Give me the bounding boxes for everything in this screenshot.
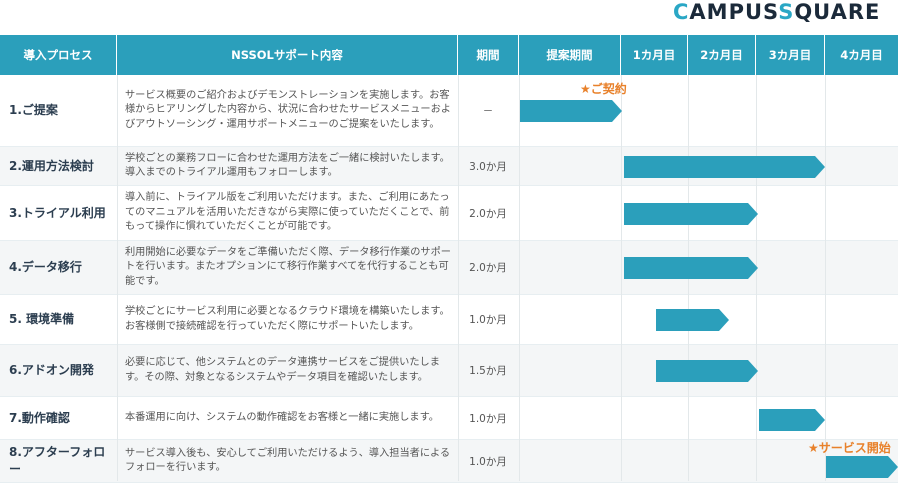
header-month-3: 3カ月目: [756, 35, 825, 75]
period-value: 1.5か月: [469, 365, 507, 377]
support-content: 学校ごとの業務フローに合わせた運用方法をご一緒に検討いたします。導入までのトライ…: [125, 152, 450, 179]
table-row: 6.アドオン開発 必要に応じて、他システムとのデータ連携サービスをご提供いたしま…: [0, 345, 898, 397]
gantt-bar-data-migration: [624, 257, 758, 279]
support-content: 必要に応じて、他システムとのデータ連携サービスをご提供いたします。その際、対象と…: [125, 357, 440, 383]
gantt-bar-operation-planning: [624, 156, 825, 178]
period-value: 1.0か月: [469, 455, 507, 468]
gantt-bar-operation-check: [759, 409, 825, 431]
column-divider: [825, 75, 826, 481]
support-content: サービス概要のご紹介およびデモンストレーションを実施します。お客様からヒアリング…: [125, 89, 451, 130]
gantt-bar-proposal: [520, 100, 622, 122]
process-name: 2.運用方法検討: [9, 158, 94, 173]
header-content: NSSOLサポート内容: [117, 35, 458, 75]
header-period: 期間: [458, 35, 519, 75]
table-row: 3.トライアル利用 導入前に、トライアル版をご利用いただけます。また、ご利用にあ…: [0, 186, 898, 241]
gantt-bar-after-follow: [826, 456, 898, 478]
column-divider: [458, 75, 459, 481]
process-name: 3.トライアル利用: [9, 205, 106, 220]
process-name: 8.アフターフォロー: [9, 445, 106, 476]
process-name: 6.アドオン開発: [9, 363, 94, 377]
period-value: 3.0か月: [469, 160, 507, 173]
header-month-1: 1カ月目: [621, 35, 688, 75]
period-value: 1.0か月: [469, 412, 507, 425]
column-divider: [519, 75, 520, 481]
table-row: 4.データ移行 利用開始に必要なデータをご準備いただく際、データ移行作業のサポー…: [0, 241, 898, 295]
milestone-contract: ★ご契約: [580, 82, 627, 96]
gantt-bar-trial-use: [624, 203, 758, 225]
support-content: 利用開始に必要なデータをご準備いただく際、データ移行作業のサポートを行います。ま…: [125, 246, 451, 287]
support-content: 学校ごとにサービス利用に必要となるクラウド環境を構築いたします。お客様側で接続確…: [125, 306, 450, 332]
process-name: 1.ご提案: [9, 103, 58, 117]
campussquare-logo: CAMPUSSQUARE: [673, 0, 881, 24]
milestone-service-start: ★サービス開始: [808, 441, 891, 455]
table-row: 5. 環境準備 学校ごとにサービス利用に必要となるクラウド環境を構築いたします。…: [0, 295, 898, 345]
process-name: 5. 環境準備: [9, 312, 75, 326]
support-content: 導入前に、トライアル版をご利用いただけます。また、ご利用にあたってのマニュアルを…: [125, 192, 450, 233]
header-proposal-period: 提案期間: [519, 35, 621, 75]
table-row: 1.ご提案 サービス概要のご紹介およびデモンストレーションを実施します。お客様か…: [0, 75, 898, 147]
support-content: サービス導入後も、安心してご利用いただけるよう、導入担当者によるフォローを行いま…: [125, 447, 451, 474]
gantt-bar-addon-development: [656, 360, 758, 382]
period-value: －: [482, 105, 494, 117]
gantt-bar-environment-setup: [656, 309, 729, 331]
header-month-2: 2カ月目: [688, 35, 756, 75]
column-divider: [621, 75, 622, 481]
header-process: 導入プロセス: [0, 35, 117, 75]
support-content: 本番運用に向け、システムの動作確認をお客様と一緒に実施します。: [125, 411, 439, 423]
column-divider: [117, 75, 118, 481]
period-value: 2.0か月: [469, 207, 507, 220]
header-month-4: 4カ月目: [825, 35, 898, 75]
process-name: 4.データ移行: [9, 260, 82, 274]
process-name: 7.動作確認: [9, 410, 70, 425]
period-value: 1.0か月: [469, 314, 507, 326]
period-value: 2.0か月: [469, 262, 507, 274]
table-row: 8.アフターフォロー サービス導入後も、安心してご利用いただけるよう、導入担当者…: [0, 440, 898, 483]
